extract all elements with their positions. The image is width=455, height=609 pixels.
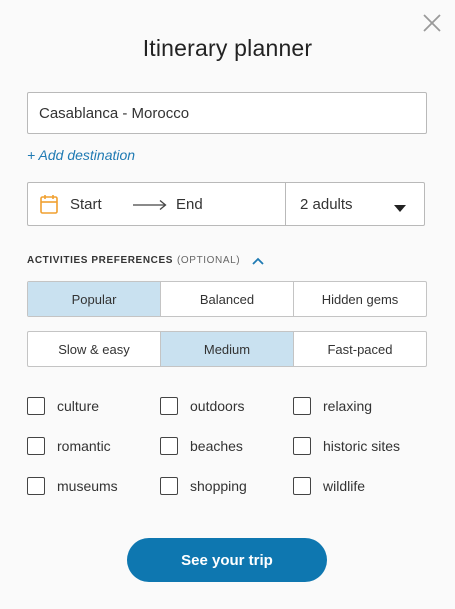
checkbox-relaxing[interactable]: relaxing [293,397,372,415]
arrow-right-icon [132,198,168,211]
end-date-label: End [176,195,203,213]
close-icon[interactable] [421,12,443,34]
see-your-trip-button[interactable]: See your trip [127,538,327,582]
checkbox-historic-sites[interactable]: historic sites [293,437,400,455]
checkbox-label: relaxing [323,398,373,414]
checkbox-label: romantic [57,438,111,454]
dates-travelers-bar: Start End 2 adults [27,182,425,226]
segment-slow-easy[interactable]: Slow & easy [28,332,161,366]
travelers-value: 2 adults [300,195,353,213]
checkbox-box[interactable] [27,477,45,495]
checkbox-box[interactable] [293,397,311,415]
checkbox-label: wildlife [323,478,366,494]
segment-fast-paced[interactable]: Fast-paced [294,332,426,366]
checkbox-box[interactable] [160,437,178,455]
popularity-segmented-control: Popular Balanced Hidden gems [27,281,427,317]
add-destination-link[interactable]: + Add destination [27,147,135,163]
page-title: Itinerary planner [142,35,313,61]
optional-label: (OPTIONAL) [177,255,241,266]
checkbox-label: outdoors [190,398,245,414]
checkbox-box[interactable] [27,397,45,415]
checkbox-culture[interactable]: culture [27,397,99,415]
activities-heading: ACTIVITIES PREFERENCES [27,255,173,266]
chevron-up-icon [252,257,264,265]
destination-input[interactable]: Casablanca - Morocco [27,92,427,134]
itinerary-planner-panel: Itinerary planner Casablanca - Morocco +… [0,0,455,609]
checkbox-outdoors[interactable]: outdoors [160,397,244,415]
travelers-select[interactable]: 2 adults [286,183,424,225]
checkbox-museums[interactable]: museums [27,477,118,495]
checkbox-shopping[interactable]: shopping [160,477,247,495]
checkbox-label: historic sites [323,438,401,454]
checkbox-label: shopping [190,478,247,494]
date-range-picker[interactable]: Start End [28,183,286,225]
checkbox-label: culture [57,398,100,414]
segment-balanced[interactable]: Balanced [161,282,294,316]
checkbox-box[interactable] [160,397,178,415]
segment-popular[interactable]: Popular [28,282,161,316]
start-date-label: Start [70,195,102,213]
checkbox-label: beaches [190,438,243,454]
checkbox-beaches[interactable]: beaches [160,437,243,455]
checkbox-romantic[interactable]: romantic [27,437,111,455]
checkbox-box[interactable] [293,477,311,495]
checkbox-box[interactable] [160,477,178,495]
caret-down-icon [394,200,406,212]
segment-medium[interactable]: Medium [161,332,294,366]
checkbox-label: museums [57,478,118,494]
calendar-icon [40,194,58,214]
segment-hidden-gems[interactable]: Hidden gems [294,282,426,316]
checkbox-wildlife[interactable]: wildlife [293,477,365,495]
pace-segmented-control: Slow & easy Medium Fast-paced [27,331,427,367]
checkbox-box[interactable] [27,437,45,455]
checkbox-box[interactable] [293,437,311,455]
destination-value: Casablanca - Morocco [39,104,190,122]
activities-preferences-toggle[interactable]: ACTIVITIES PREFERENCES (OPTIONAL) [27,255,264,266]
